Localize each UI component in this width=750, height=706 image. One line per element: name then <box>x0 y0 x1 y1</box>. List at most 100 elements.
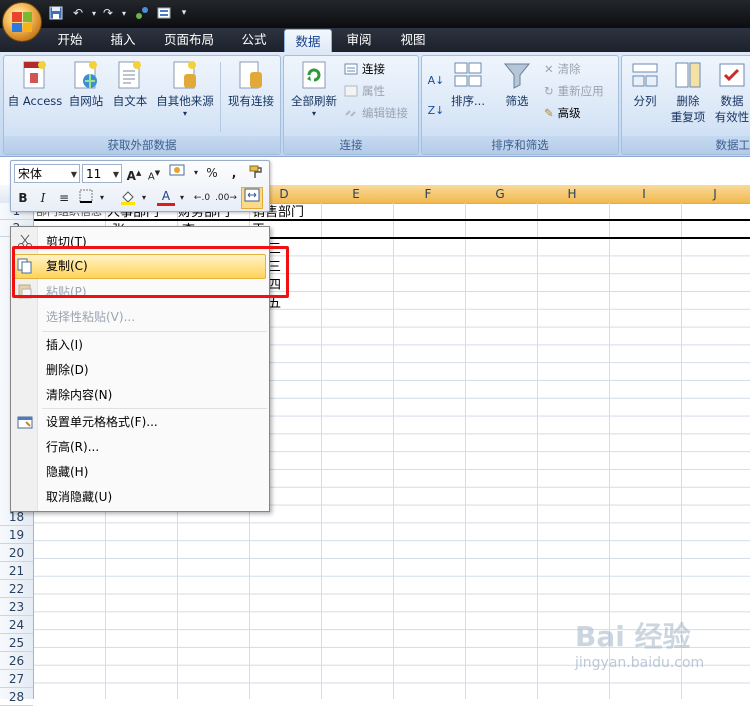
row-header-27[interactable]: 27 <box>0 671 33 688</box>
group-connections: 全部刷新 ▾ 连接 属性 编辑链接 连接 <box>283 55 419 155</box>
percent-style-button[interactable]: % <box>203 164 221 182</box>
advanced-filter-button[interactable]: ✎ 高级 <box>544 104 581 122</box>
group-label-data-tools: 数据工 <box>622 136 750 154</box>
tab-data[interactable]: 数据 <box>284 29 332 54</box>
from-text-button[interactable]: 自文本 <box>108 59 152 109</box>
from-web-button[interactable]: 自网站 <box>64 59 108 109</box>
fill-color-icon[interactable] <box>119 189 137 207</box>
increase-decimal-icon[interactable]: ←.0 <box>191 189 213 207</box>
format-cells-icon <box>17 414 33 430</box>
row-header-24[interactable]: 24 <box>0 617 33 634</box>
tab-review[interactable]: 审阅 <box>338 28 380 52</box>
menu-item-format-cells[interactable]: 设置单元格格式(F)... <box>46 410 158 434</box>
filter-button[interactable]: 筛选 <box>496 59 538 109</box>
decrease-decimal-icon[interactable]: .00→ <box>215 189 237 207</box>
save-icon[interactable] <box>48 5 64 21</box>
sort-label: 排序... <box>451 94 485 108</box>
font-name-value: 宋体 <box>18 167 43 181</box>
comma-style-button[interactable]: , <box>225 164 243 182</box>
column-header-j[interactable]: J <box>680 185 750 203</box>
row-header-28[interactable]: 28 <box>0 689 33 706</box>
data-validation-button[interactable]: 数据 有效性 <box>710 59 750 125</box>
row-header-21[interactable]: 21 <box>0 563 33 580</box>
remove-duplicates-button[interactable]: 删除 重复项 <box>666 59 710 125</box>
menu-item-clear-contents[interactable]: 清除内容(N) <box>46 383 112 407</box>
font-color-icon[interactable]: A <box>157 189 175 206</box>
row-header-23[interactable]: 23 <box>0 599 33 616</box>
merge-center-icon[interactable] <box>241 187 263 209</box>
shrink-font-icon[interactable]: A▼ <box>145 164 163 182</box>
office-button[interactable] <box>2 2 42 42</box>
menu-item-row-height[interactable]: 行高(R)... <box>46 435 99 459</box>
text-to-columns-button[interactable]: 分列 <box>624 59 666 109</box>
dropdown-arrow-icon[interactable]: ▾ <box>191 164 201 182</box>
menu-item-paste-special[interactable]: 选择性粘贴(V)... <box>46 305 135 329</box>
tab-insert[interactable]: 插入 <box>103 28 143 52</box>
menu-item-delete[interactable]: 删除(D) <box>46 358 89 382</box>
watermark-brand: Bai 经验 <box>575 620 691 653</box>
existing-connections-icon <box>239 61 262 89</box>
dropdown-arrow-icon[interactable]: ▾ <box>177 189 187 207</box>
column-header-e[interactable]: E <box>320 185 393 203</box>
column-header-f[interactable]: F <box>392 185 465 203</box>
row-header-19[interactable]: 19 <box>0 527 33 544</box>
borders-icon[interactable] <box>77 189 95 207</box>
row-header-25[interactable]: 25 <box>0 635 33 652</box>
column-header-h[interactable]: H <box>536 185 609 203</box>
sort-descending-icon[interactable]: Z↓ <box>427 102 445 120</box>
tab-view[interactable]: 视图 <box>392 28 434 52</box>
accounting-format-icon[interactable] <box>167 164 189 182</box>
menu-item-insert[interactable]: 插入(I) <box>46 333 83 357</box>
dropdown-arrow-icon: ▼ <box>70 170 77 179</box>
row-header-26[interactable]: 26 <box>0 653 33 670</box>
redo-dropdown-icon[interactable]: ▾ <box>116 5 132 21</box>
grow-font-icon[interactable]: A▲ <box>125 164 143 183</box>
qat-customize-icon[interactable]: ▾ <box>176 5 192 21</box>
column-header-i[interactable]: I <box>608 185 681 203</box>
format-painter-icon[interactable] <box>247 164 265 182</box>
from-access-button[interactable]: 自 Access <box>6 59 64 109</box>
center-align-icon[interactable]: ≡ <box>55 189 73 207</box>
column-header-g[interactable]: G <box>464 185 537 203</box>
tab-formulas[interactable]: 公式 <box>233 28 275 52</box>
edit-links-icon <box>345 110 356 117</box>
clear-filter-button[interactable]: ✕ 清除 <box>544 60 581 78</box>
remove-duplicates-icon <box>675 62 701 88</box>
dropdown-arrow-icon[interactable]: ▾ <box>97 189 107 207</box>
bold-button[interactable]: B <box>14 189 32 207</box>
font-name-box[interactable]: 宋体 ▼ <box>14 164 80 183</box>
properties-button[interactable]: 属性 <box>344 82 385 100</box>
reapply-button[interactable]: ↻ 重新应用 <box>544 82 604 100</box>
from-text-label: 自文本 <box>112 94 148 108</box>
text-to-columns-label: 分列 <box>633 94 657 108</box>
connections-button[interactable]: 连接 <box>344 60 385 78</box>
dropdown-arrow-icon[interactable]: ▾ <box>139 189 149 207</box>
mini-toolbar: 宋体 ▼ 11 ▼ A▲ A▼ ▾ % , B I ≡ ▾ ▾ A ▾ ←.0 … <box>10 160 270 212</box>
undo-icon[interactable]: ↶ <box>70 5 86 21</box>
row-header-20[interactable]: 20 <box>0 545 33 562</box>
tab-home[interactable]: 开始 <box>50 28 90 52</box>
menu-separator <box>42 331 267 332</box>
row-header-22[interactable]: 22 <box>0 581 33 598</box>
sort-ascending-icon[interactable]: A↓ <box>427 72 445 90</box>
from-access-label: 自 Access <box>7 94 63 108</box>
properties-label: 属性 <box>362 84 385 98</box>
from-other-sources-button[interactable]: 自其他来源 ▾ <box>152 59 218 118</box>
sort-button[interactable]: 排序... <box>448 59 488 109</box>
font-size-box[interactable]: 11 ▼ <box>82 164 122 183</box>
tab-page-layout[interactable]: 页面布局 <box>158 28 220 52</box>
share-icon[interactable] <box>134 5 150 21</box>
from-web-label: 自网站 <box>68 94 104 108</box>
menu-item-unhide[interactable]: 取消隐藏(U) <box>46 485 112 509</box>
other-sources-icon <box>173 61 196 89</box>
refresh-all-label: 全部刷新 <box>291 94 337 108</box>
dropdown-arrow-icon: ▾ <box>182 109 187 118</box>
menu-item-hide[interactable]: 隐藏(H) <box>46 460 88 484</box>
refresh-all-button[interactable]: 全部刷新 ▾ <box>286 59 342 118</box>
form-icon[interactable] <box>156 5 172 21</box>
italic-button[interactable]: I <box>34 189 52 207</box>
edit-links-button[interactable]: 编辑链接 <box>344 104 408 122</box>
existing-connections-button[interactable]: 现有连接 <box>222 59 280 109</box>
access-icon <box>23 61 46 89</box>
redo-icon[interactable]: ↷ <box>100 5 116 21</box>
